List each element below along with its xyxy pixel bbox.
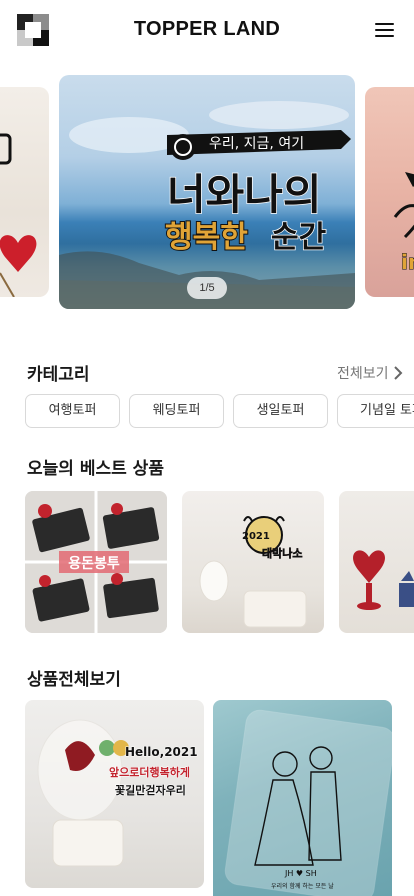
chip-birthday[interactable]: 생일토퍼 bbox=[233, 394, 328, 428]
product-g2-initials: JH ♥ SH bbox=[284, 869, 317, 878]
category-title: 카테고리 bbox=[27, 365, 90, 385]
app-header: TOPPER LAND bbox=[0, 0, 414, 60]
see-all-label: 전체보기 bbox=[337, 366, 389, 382]
carousel-slide-prev[interactable] bbox=[0, 87, 49, 297]
flower-topper-image: Hello,2021 앞으로더행복하게 꽃길만걷자우리 bbox=[37, 719, 198, 867]
ox-topper-image: 2021 대박나소 bbox=[199, 516, 307, 628]
heart-topper-image bbox=[0, 133, 37, 297]
product-g2-caption: 우리의 함께 하는 모든 날 bbox=[271, 882, 334, 890]
slide-line2-rest: 순간 bbox=[271, 220, 327, 255]
chevron-right-icon bbox=[393, 366, 402, 380]
wedding-acrylic-image: JH ♥ SH 우리의 함께 하는 모든 날 bbox=[224, 709, 392, 896]
ocean-topper-image: 우리, 지금, 여기 너와나의 행복한 순간 bbox=[59, 101, 355, 309]
slide-line1-text: 너와나의 bbox=[167, 170, 322, 219]
product-g1-line2: 앞으로더행복하게 bbox=[109, 765, 190, 779]
slide-right-text: in bbox=[401, 250, 414, 274]
all-products-grid: Hello,2021 앞으로더행복하게 꽃길만걷자우리 JH ♥ SH 우리의 … bbox=[0, 700, 414, 896]
banner-ribbon-text: 우리, 지금, 여기 bbox=[209, 136, 304, 152]
carousel-slide-next[interactable]: in bbox=[365, 87, 414, 297]
see-all-link[interactable]: 전체보기 bbox=[337, 363, 403, 383]
best-product-card[interactable]: 용돈봉투 bbox=[25, 491, 167, 633]
chip-wedding[interactable]: 웨딩토퍼 bbox=[129, 394, 224, 428]
product-grid-item[interactable]: JH ♥ SH 우리의 함께 하는 모든 날 bbox=[213, 700, 392, 896]
carousel-pager: 1/5 bbox=[187, 277, 227, 299]
product-g1-line3: 꽃길만걷자우리 bbox=[115, 783, 186, 797]
product-ox-text: 대박나소 bbox=[262, 546, 302, 560]
app-title: TOPPER LAND bbox=[133, 18, 281, 40]
best-title: 오늘의 베스트 상품 bbox=[27, 459, 164, 479]
candle-topper-image bbox=[353, 550, 414, 610]
hamburger-menu-icon[interactable] bbox=[372, 19, 398, 41]
best-product-card[interactable]: 2021 대박나소 bbox=[182, 491, 324, 633]
best-product-card[interactable] bbox=[339, 491, 414, 633]
palm-topper-image: in bbox=[393, 172, 414, 275]
envelope-topper-image: 용돈봉투 bbox=[25, 491, 167, 633]
carousel-slide-current[interactable]: 우리, 지금, 여기 너와나의 행복한 순간 1/5 bbox=[59, 75, 355, 309]
product-grid-item[interactable]: Hello,2021 앞으로더행복하게 꽃길만걷자우리 bbox=[25, 700, 204, 888]
chip-anniversary[interactable]: 기념일 토퍼 bbox=[337, 394, 414, 428]
banner-carousel[interactable]: 우리, 지금, 여기 너와나의 행복한 순간 1/5 in bbox=[0, 72, 414, 312]
product-ox-year: 2021 bbox=[242, 531, 270, 542]
product-g1-line1: Hello,2021 bbox=[125, 745, 198, 759]
category-chips: 여행토퍼 웨딩토퍼 생일토퍼 기념일 토퍼 bbox=[25, 394, 414, 428]
slide-line2-highlight: 행복한 bbox=[165, 220, 248, 255]
chip-travel[interactable]: 여행토퍼 bbox=[25, 394, 120, 428]
product-overlay-label: 용돈봉투 bbox=[68, 556, 120, 572]
best-products-row: 용돈봉투 2021 대박나소 bbox=[0, 491, 414, 633]
all-products-title: 상품전체보기 bbox=[27, 670, 121, 690]
